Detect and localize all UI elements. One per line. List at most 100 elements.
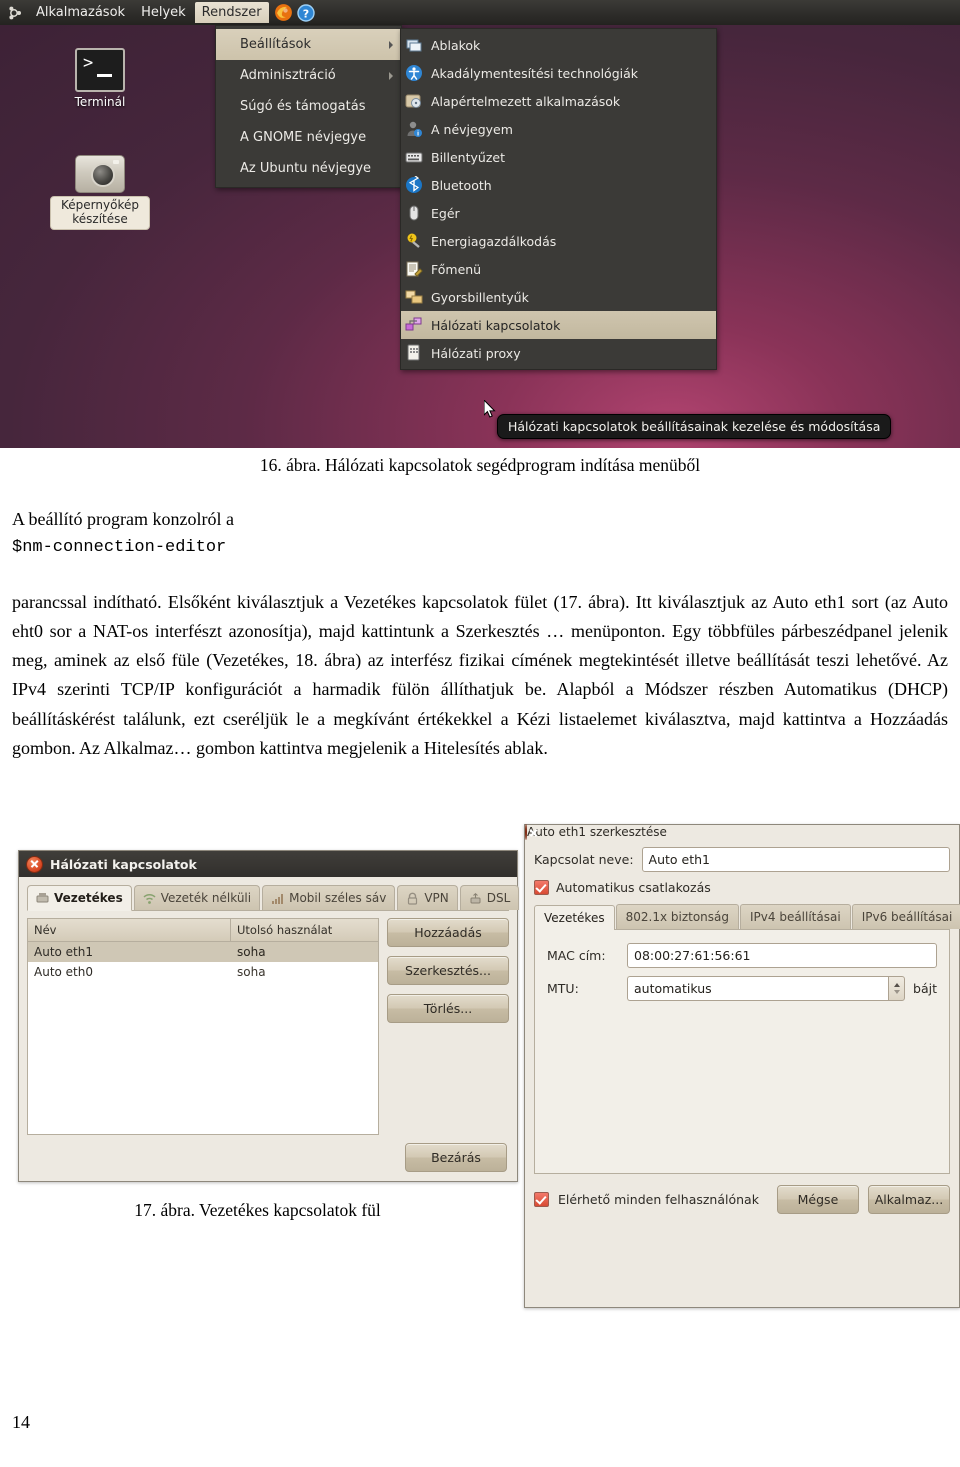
menu-item-label: Az Ubuntu névjegye [240,161,372,176]
terminal-icon [75,48,125,92]
mtu-label: MTU: [547,981,579,996]
connection-name-label: Kapcsolat neve: [534,852,634,867]
panel-menu-system[interactable]: Rendszer [194,2,269,23]
gnome-top-panel: Alkalmazások Helyek Rendszer ? [0,0,960,25]
menu-item-label: Beállítások [240,37,312,52]
network-proxy-icon [405,344,423,362]
menu-tooltip: Hálózati kapcsolatok beállításainak keze… [497,414,892,439]
chevron-up-icon[interactable] [893,983,900,987]
delete-button[interactable]: Törlés... [387,994,509,1023]
chevron-right-icon [389,40,393,49]
submenu-item-eger[interactable]: Egér [401,199,716,227]
tab-label: Vezeték nélküli [160,891,252,905]
wired-icon [36,892,49,905]
menu-item-gnome-nevjegye[interactable]: A GNOME névjegye [216,122,401,153]
edit-button[interactable]: Szerkesztés... [387,956,509,985]
tab-ipv4-beallitasai[interactable]: IPv4 beállításai [740,904,851,929]
tab-label: Vezetékes [54,891,123,905]
wired-settings-panel: MAC cím: 08:00:27:61:56:61 MTU: automati… [534,929,950,1174]
paragraph-main: parancssal indítható. Elsőként kiválaszt… [12,592,948,758]
tab-8021x-biztonsag[interactable]: 802.1x biztonság [615,904,739,929]
menu-item-sugo-es-tamogatas[interactable]: Súgó és támogatás [216,91,401,122]
tab-vpn[interactable]: VPN [397,885,458,910]
page-number: 14 [12,1412,30,1432]
mtu-stepper[interactable]: automatikus [627,976,906,1001]
submenu-item-label: Alapértelmezett alkalmazások [431,93,621,109]
menu-item-label: Súgó és támogatás [240,99,366,114]
desktop-icon-label: Képernyőkép készítése [50,196,150,230]
add-button[interactable]: Hozzáadás [387,918,509,947]
submenu-item-energiagazdalkodas[interactable]: Energiagazdálkodás [401,227,716,255]
tab-label: DSL [486,891,511,905]
mac-address-input[interactable]: 08:00:27:61:56:61 [627,943,937,968]
window-title: Hálózati kapcsolatok [50,856,197,872]
submenu-item-ablakok[interactable]: Ablakok [401,31,716,59]
tab-vezetek-nelkuli[interactable]: Vezeték nélküli [133,885,261,910]
menu-item-adminisztracio[interactable]: Adminisztráció [216,60,401,91]
close-button[interactable]: Bezárás [405,1143,507,1172]
help-icon[interactable]: ? [296,3,315,22]
paragraph-intro: A beállító program konzolról a $nm-conne… [12,505,442,562]
tab-vezetekes[interactable]: Vezetékes [534,905,615,930]
submenu-item-a-nevjegyem[interactable]: i A névjegyem [401,115,716,143]
chevron-down-icon[interactable] [893,990,900,994]
default-apps-icon [405,92,423,110]
settings-tabs: Vezetékes 802.1x biztonság IPv4 beállítá… [534,904,960,930]
submenu-item-halozati-proxy[interactable]: Hálózati proxy [401,339,716,367]
network-connections-icon [405,316,423,334]
submenu-item-akadalymentesites[interactable]: Akadálymentesítési technológiák [401,59,716,87]
figure-16-ubuntu-desktop-screenshot: Alkalmazások Helyek Rendszer ? Terminál … [0,0,960,448]
tab-ipv6-beallitasai[interactable]: IPv6 beállításai [851,904,960,929]
submenu-item-alapertelmezett-alkalmazasok[interactable]: Alapértelmezett alkalmazások [401,87,716,115]
autoconnect-label: Automatikus csatlakozás [556,880,711,895]
column-header-name: Név [28,919,231,941]
main-menu-icon [405,260,423,278]
keyboard-icon [405,148,423,166]
firefox-icon[interactable] [274,3,293,22]
shortcuts-icon [405,288,423,306]
paragraph-intro-line1: A beállító program konzolról a [12,509,234,529]
cancel-button[interactable]: Mégse [776,1185,859,1214]
connections-list[interactable]: Név Utolsó használat Auto eth1 soha Auto… [27,918,379,1135]
close-icon[interactable] [26,855,43,873]
mtu-spinner-buttons[interactable] [888,976,906,1001]
cell-last-used: soha [237,965,266,979]
panel-menu-places[interactable]: Helyek [134,2,193,23]
close-icon[interactable] [525,824,527,840]
mouse-cursor-icon [483,398,496,418]
submenu-item-label: Hálózati proxy [431,345,521,361]
dsl-icon [469,892,482,905]
edit-connection-window: Auto eth1 szerkesztése Kapcsolat neve: A… [524,824,960,1308]
autoconnect-checkbox-row[interactable]: Automatikus csatlakozás [534,880,950,895]
menu-item-label: Adminisztráció [240,68,336,83]
window-title: Auto eth1 szerkesztése [527,825,667,839]
desktop-icon-terminal[interactable]: Terminál [50,48,150,109]
wireless-icon [143,892,156,905]
connection-name-input[interactable]: Auto eth1 [641,847,950,872]
menu-item-beallitasok[interactable]: Beállítások [216,29,401,60]
tab-vezetekes[interactable]: Vezetékes [27,885,132,911]
autoconnect-checkbox[interactable] [534,880,549,895]
submenu-item-gyorsbillentyuk[interactable]: Gyorsbillentyűk [401,283,716,311]
table-row[interactable]: Auto eth1 soha [28,942,378,962]
windows-icon [405,36,423,54]
tab-mobil-szeles-sav[interactable]: Mobil széles sáv [262,885,396,910]
submenu-item-halozati-kapcsolatok[interactable]: Hálózati kapcsolatok [401,311,716,339]
submenu-item-label: Ablakok [431,37,481,53]
submenu-item-label: Egér [431,205,460,221]
desktop-icon-screenshot[interactable]: Képernyőkép készítése [50,155,150,230]
ubuntu-logo-icon[interactable] [6,5,22,21]
table-row[interactable]: Auto eth0 soha [28,962,378,982]
available-all-users-checkbox[interactable] [534,1192,549,1207]
svg-text:i: i [417,131,419,138]
submenu-item-bluetooth[interactable]: Bluetooth [401,171,716,199]
submenu-item-fomenu[interactable]: Főmenü [401,255,716,283]
tab-dsl[interactable]: DSL [459,885,520,910]
mobile-broadband-icon [271,892,284,905]
submenu-item-billentyuzet[interactable]: Billentyűzet [401,143,716,171]
menu-item-ubuntu-nevjegye[interactable]: Az Ubuntu névjegye [216,153,401,184]
apply-button[interactable]: Alkalmaz... [867,1185,950,1214]
network-connections-window: Hálózati kapcsolatok Vezetékes Vezeték n… [18,850,520,1182]
panel-menu-applications[interactable]: Alkalmazások [29,2,132,23]
mtu-input[interactable]: automatikus [627,976,889,1001]
